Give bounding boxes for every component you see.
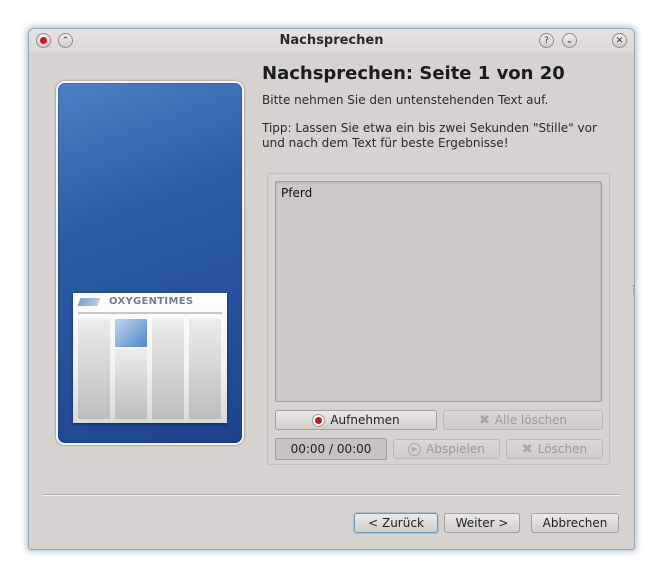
button-separator <box>43 494 620 496</box>
newspaper-column <box>189 319 221 419</box>
prompt-text-display: Pferd <box>275 181 602 402</box>
close-icon[interactable]: ✕ <box>612 33 627 48</box>
play-button[interactable]: ▶ Abspielen <box>393 439 500 459</box>
play-icon: ▶ <box>408 442 422 456</box>
clear-all-button-label: Alle löschen <box>494 413 568 427</box>
instruction-text: Bitte nehmen Sie den untenstehenden Text… <box>262 93 549 107</box>
next-button[interactable]: Weiter > <box>444 513 520 533</box>
cancel-button[interactable]: Abbrechen <box>531 513 619 533</box>
newspaper-photo <box>115 319 147 347</box>
play-button-label: Abspielen <box>426 442 485 456</box>
newspaper-logo-icon <box>77 298 101 306</box>
newspaper-column <box>78 319 110 419</box>
time-display: 00:00 / 00:00 <box>275 438 387 460</box>
record-button[interactable]: Aufnehmen <box>275 410 437 430</box>
minimize-icon[interactable]: ⌄ <box>562 33 577 48</box>
tip-text: Tipp: Lassen Sie etwa ein bis zwei Sekun… <box>262 121 597 150</box>
record-icon <box>312 413 326 427</box>
help-icon[interactable]: ? <box>539 33 554 48</box>
wizard-side-image: OXYGENTIMES <box>56 81 244 445</box>
newspaper-column <box>152 319 184 419</box>
dialog-window: ⌃ Nachsprechen ? ⌄ ✕ OXYGENTIMES Nachspr… <box>28 28 635 550</box>
newspaper-rule <box>78 312 222 314</box>
delete-button[interactable]: ✖ Löschen <box>506 439 603 459</box>
back-button[interactable]: < Zurück <box>354 513 438 533</box>
record-button-label: Aufnehmen <box>330 413 400 427</box>
clear-all-button[interactable]: ✖ Alle löschen <box>443 410 603 430</box>
splitter-grip[interactable] <box>633 285 634 295</box>
delete-icon: ✖ <box>521 441 533 457</box>
page-title: Nachsprechen: Seite 1 von 20 <box>262 63 565 84</box>
newspaper-title: OXYGENTIMES <box>109 296 194 307</box>
title-bar[interactable]: ⌃ Nachsprechen ? ⌄ ✕ <box>29 29 634 53</box>
newspaper-illustration: OXYGENTIMES <box>73 293 227 423</box>
newspaper-column <box>115 349 147 419</box>
clear-icon: ✖ <box>478 412 490 428</box>
delete-button-label: Löschen <box>537 442 588 456</box>
